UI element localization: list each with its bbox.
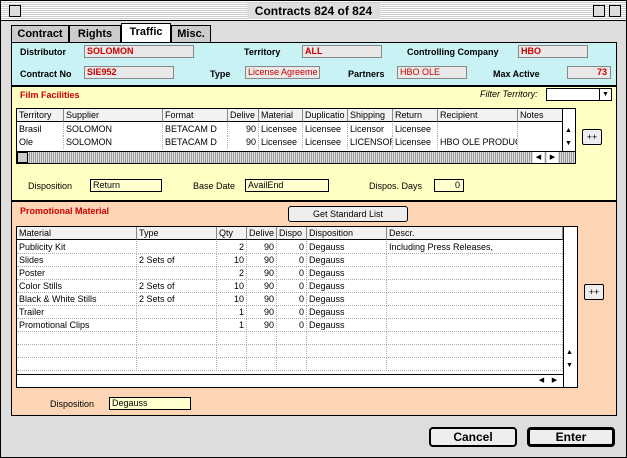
column-header[interactable]: Qty — [217, 227, 247, 240]
column-header[interactable]: Supplier — [64, 109, 163, 122]
scroll-right-icon[interactable]: ▶ — [549, 375, 560, 386]
scroll-up-icon[interactable]: ▲ — [563, 125, 574, 136]
promo-disposition-label: Disposition — [50, 399, 95, 409]
column-header[interactable]: Return — [393, 109, 438, 122]
cell-format: BETACAM D — [163, 123, 228, 136]
promo-vertical-scrollbar[interactable]: ▲ ▼ — [563, 227, 576, 387]
column-header[interactable]: Duplicatio — [303, 109, 348, 122]
column-header[interactable]: Recipient — [438, 109, 518, 122]
cell-material: Licensee — [259, 123, 303, 136]
column-header[interactable]: Material — [259, 109, 303, 122]
enter-button[interactable]: Enter — [527, 427, 615, 447]
cell-territory: Brasil — [17, 123, 64, 136]
column-header[interactable]: Shipping — [348, 109, 393, 122]
column-header[interactable]: Disposition — [307, 227, 387, 240]
close-box-icon[interactable] — [9, 5, 21, 17]
cell-format: BETACAM D — [163, 136, 228, 149]
window-title: Contracts 824 of 824 — [246, 3, 381, 19]
cell-delivery: 90 — [228, 136, 259, 149]
contract-no-field[interactable]: SIE952 — [84, 66, 174, 79]
contract-no-label: Contract No — [20, 69, 72, 79]
scroll-down-icon[interactable]: ▼ — [563, 138, 574, 149]
partners-field[interactable]: HBO OLE — [397, 66, 467, 79]
zoom-box-icon[interactable] — [593, 5, 605, 17]
territory-label: Territory — [244, 47, 281, 57]
type-field[interactable]: License Agreeme — [245, 66, 320, 79]
promotional-material-table: Material Type Qty Delive Dispo Dispositi… — [16, 226, 578, 388]
scroll-thumb[interactable] — [17, 152, 28, 163]
scroll-left-icon[interactable]: ◀ — [533, 152, 544, 163]
cell-supplier: SOLOMON — [64, 123, 163, 136]
max-active-label: Max Active — [493, 69, 540, 79]
film-horizontal-scrollbar[interactable]: ◀ ▶ — [17, 151, 575, 163]
cell-notes — [518, 136, 563, 149]
partners-label: Partners — [348, 69, 385, 79]
collapse-box-icon[interactable] — [609, 5, 621, 17]
territory-field[interactable]: ALL — [302, 45, 382, 58]
scroll-down-icon[interactable]: ▼ — [564, 360, 575, 371]
column-header[interactable]: Type — [137, 227, 217, 240]
scroll-up-icon[interactable]: ▲ — [564, 347, 575, 358]
cell-shipping: Licensor — [348, 123, 393, 136]
cell-duplication: Licensee — [303, 123, 348, 136]
cell-material: Licensee — [259, 136, 303, 149]
cancel-button[interactable]: Cancel — [429, 427, 517, 447]
type-label: Type — [210, 69, 231, 79]
promo-horizontal-scrollbar[interactable]: ◀ ▶ — [17, 374, 563, 386]
cell-return: Licensee — [393, 136, 438, 149]
distributor-label: Distributor — [20, 47, 66, 57]
film-disposition-label: Disposition — [28, 181, 73, 191]
cell-recipient: HBO OLE PRODUC — [440, 136, 518, 149]
promotional-material-panel: Promotional Material Get Standard List M… — [11, 201, 617, 416]
promotional-material-title: Promotional Material — [20, 206, 110, 216]
contract-header-panel: Distributor SOLOMON Territory ALL Contro… — [11, 42, 617, 86]
promo-disposition-field[interactable]: Degauss — [109, 397, 191, 410]
film-facilities-title: Film Facilities — [20, 90, 80, 100]
column-header[interactable]: Territory — [17, 109, 64, 122]
controlling-company-field[interactable]: HBO — [518, 45, 588, 58]
add-promotional-material-button[interactable]: ++ — [584, 284, 604, 300]
cell-return: Licensee — [393, 123, 438, 136]
scroll-right-icon[interactable]: ▶ — [547, 152, 558, 163]
film-facilities-table: Territory Supplier Format Delive Materia… — [16, 108, 576, 164]
column-header[interactable]: Delive — [228, 109, 259, 122]
title-bar[interactable]: Contracts 824 of 824 — [1, 1, 626, 21]
tab-contract[interactable]: Contract — [11, 25, 69, 43]
tab-traffic[interactable]: Traffic — [121, 23, 171, 43]
cell-notes — [518, 123, 563, 136]
dropdown-arrow-icon: ▼ — [599, 89, 611, 100]
cell-territory: Ole — [17, 136, 64, 149]
column-header[interactable]: Dispo — [277, 227, 307, 240]
dispos-days-field[interactable]: 0 — [434, 179, 464, 192]
film-facilities-panel: Film Facilities Filter Territory: ▼ Terr… — [11, 86, 617, 201]
cell-supplier: SOLOMON — [64, 136, 163, 149]
cell-delivery: 90 — [228, 123, 259, 136]
add-film-facility-button[interactable]: ++ — [582, 129, 602, 145]
filter-territory-label: Filter Territory: — [480, 89, 538, 99]
column-header[interactable]: Notes — [518, 109, 563, 122]
column-header[interactable]: Material — [17, 227, 137, 240]
tab-misc[interactable]: Misc. — [171, 25, 211, 43]
column-header[interactable]: Descr. — [387, 227, 563, 240]
base-date-label: Base Date — [193, 181, 236, 191]
cell-recipient — [438, 123, 518, 136]
filter-territory-select[interactable]: ▼ — [546, 88, 612, 101]
distributor-field[interactable]: SOLOMON — [84, 45, 194, 58]
tab-rights[interactable]: Rights — [69, 25, 121, 43]
film-disposition-field[interactable]: Return — [90, 179, 162, 192]
base-date-field[interactable]: AvailEnd — [245, 179, 329, 192]
controlling-company-label: Controlling Company — [407, 47, 499, 57]
film-vertical-scrollbar[interactable]: ▲ ▼ — [562, 109, 575, 151]
max-active-field[interactable]: 73 — [567, 66, 611, 79]
dispos-days-label: Dispos. Days — [369, 181, 423, 191]
cell-duplication: Licensee — [303, 136, 348, 149]
scroll-left-icon[interactable]: ◀ — [536, 375, 547, 386]
get-standard-list-button[interactable]: Get Standard List — [288, 206, 408, 222]
column-header[interactable]: Format — [163, 109, 228, 122]
cell-shipping: LICENSOR — [350, 136, 393, 149]
row-divider — [17, 370, 563, 371]
contracts-window: Contracts 824 of 824 Contract Rights Tra… — [0, 0, 627, 458]
column-header[interactable]: Delive — [247, 227, 277, 240]
